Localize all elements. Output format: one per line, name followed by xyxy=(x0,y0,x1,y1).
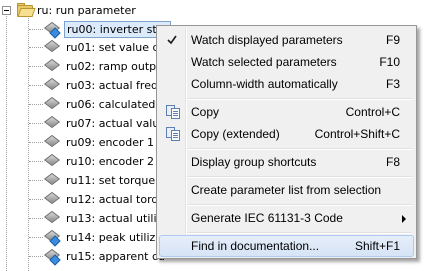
parameter-icon xyxy=(43,191,61,207)
tree-item-ru13[interactable]: ru13: actual utiliz xyxy=(43,209,164,227)
menu-item-label: Watch displayed parameters xyxy=(191,33,343,47)
menu-item-label: Generate IEC 61131-3 Code xyxy=(191,211,343,225)
menu-item-shortcut: F8 xyxy=(385,155,400,169)
tree-item-ru11[interactable]: ru11: set torque d xyxy=(43,171,168,189)
tree-branch xyxy=(29,123,43,124)
context-menu: Watch displayed parameters F9 Watch sele… xyxy=(156,25,417,259)
tree-item-label: ru06: calculated a xyxy=(66,97,166,111)
checkmark-icon xyxy=(164,32,180,48)
tree-item-ru10[interactable]: ru10: encoder 2 s xyxy=(43,152,165,170)
menu-item-label: Display group shortcuts xyxy=(191,155,317,169)
menu-item-copy[interactable]: Copy Control+C xyxy=(159,101,414,123)
tree-item-ru00[interactable]: ru00: inverter stat xyxy=(43,20,171,39)
tree-item-label: ru09: encoder 1 s xyxy=(66,135,164,149)
menu-item-label: Watch selected parameters xyxy=(191,55,337,69)
menu-item-shortcut: F3 xyxy=(385,77,400,91)
folder-open-icon xyxy=(17,3,36,17)
menu-item-display-group-shortcuts[interactable]: Display group shortcuts F8 xyxy=(159,151,414,173)
tree-branch xyxy=(29,256,43,257)
tree-item-label: ru01: set value di xyxy=(66,40,163,54)
menu-item-label: Find in documentation... xyxy=(191,239,320,253)
tree-item-label: ru11: set torque d xyxy=(66,173,166,187)
menu-item-label: Create parameter list from selection xyxy=(191,183,382,197)
tree-item-ru03[interactable]: ru03: actual frequ xyxy=(43,76,167,94)
parameter-icon xyxy=(43,248,61,266)
tree-item-label: ru00: inverter stat xyxy=(64,20,171,38)
tree-item-label: ru02: ramp output xyxy=(66,59,168,73)
tree-item-label: ru03: actual frequ xyxy=(66,78,165,92)
parameter-icon xyxy=(43,58,61,74)
submenu-arrow-icon xyxy=(402,215,406,223)
tree-item-label: ru07: actual value xyxy=(66,116,167,130)
menu-item-shortcut: Shift+F1 xyxy=(354,239,400,253)
tree-node-ru-run-parameter[interactable]: ru: run parameter xyxy=(2,2,136,18)
menu-item-shortcut: F10 xyxy=(379,55,400,69)
tree-item-ru15[interactable]: ru15: apparent cu xyxy=(43,247,167,266)
tree-item-label: ru10: encoder 2 s xyxy=(66,154,164,168)
tree-branch xyxy=(29,29,43,30)
tree-item-ru06[interactable]: ru06: calculated a xyxy=(43,95,168,113)
tree-branch xyxy=(29,142,43,143)
tree-branch xyxy=(29,199,43,200)
menu-item-label: Copy (extended) xyxy=(191,127,280,141)
tree-item-ru12[interactable]: ru12: actual torqu xyxy=(43,190,167,208)
tree-branch xyxy=(29,85,43,86)
parameter-icon xyxy=(43,210,61,226)
parameter-icon xyxy=(43,172,61,188)
menu-item-create-parameter-list[interactable]: Create parameter list from selection xyxy=(159,179,414,201)
tree-item-ru09[interactable]: ru09: encoder 1 s xyxy=(43,133,165,151)
menu-item-find-in-documentation[interactable]: Find in documentation... Shift+F1 xyxy=(159,235,414,257)
tree-item-ru01[interactable]: ru01: set value di xyxy=(43,38,165,56)
parameter-icon xyxy=(43,229,61,247)
parameter-icon xyxy=(43,77,61,93)
tree-branch xyxy=(29,180,43,181)
tree-item-ru07[interactable]: ru07: actual value xyxy=(43,114,168,132)
menu-item-label: Copy xyxy=(191,105,220,119)
tree-branch xyxy=(29,237,43,238)
menu-item-generate-iec-code[interactable]: Generate IEC 61131-3 Code xyxy=(159,207,414,229)
tree-item-label: ru12: actual torqu xyxy=(66,192,166,206)
menu-separator xyxy=(187,204,412,206)
menu-item-shortcut: F9 xyxy=(385,33,400,47)
tree-branch xyxy=(29,47,43,48)
tree-item-ru14[interactable]: ru14: peak utilizat xyxy=(43,228,168,247)
tree-branch xyxy=(29,66,43,67)
menu-item-watch-displayed[interactable]: Watch displayed parameters F9 xyxy=(159,29,414,51)
menu-item-label: Column-width automatically xyxy=(191,77,338,91)
parameter-icon xyxy=(43,39,61,55)
tree-item-ru02[interactable]: ru02: ramp output xyxy=(43,57,169,75)
menu-item-shortcut: Control+Shift+C xyxy=(314,127,400,141)
menu-item-copy-extended[interactable]: Copy (extended) Control+Shift+C xyxy=(159,123,414,145)
parameter-icon xyxy=(43,153,61,169)
menu-item-column-width[interactable]: Column-width automatically F3 xyxy=(159,73,414,95)
tree-guide-line xyxy=(28,18,29,271)
parameter-icon xyxy=(43,21,61,39)
tree-guide-line xyxy=(6,12,7,271)
tree-item-label: ru15: apparent cu xyxy=(66,249,165,263)
tree-node-label: ru: run parameter xyxy=(37,3,136,17)
tree-branch xyxy=(29,104,43,105)
tree-branch xyxy=(29,161,43,162)
parameter-icon xyxy=(43,115,61,131)
copy-icon xyxy=(165,126,181,142)
tree-item-label: ru13: actual utiliz xyxy=(66,211,163,225)
menu-separator xyxy=(187,98,412,100)
menu-separator xyxy=(187,232,412,234)
menu-separator xyxy=(187,148,412,150)
collapse-icon[interactable] xyxy=(2,5,11,15)
copy-icon xyxy=(165,104,181,120)
menu-separator xyxy=(187,176,412,178)
tree-branch xyxy=(29,218,43,219)
tree-item-label: ru14: peak utilizat xyxy=(66,230,167,244)
parameter-icon xyxy=(43,96,61,112)
menu-item-watch-selected[interactable]: Watch selected parameters F10 xyxy=(159,51,414,73)
parameter-icon xyxy=(43,134,61,150)
menu-item-shortcut: Control+C xyxy=(345,105,400,119)
